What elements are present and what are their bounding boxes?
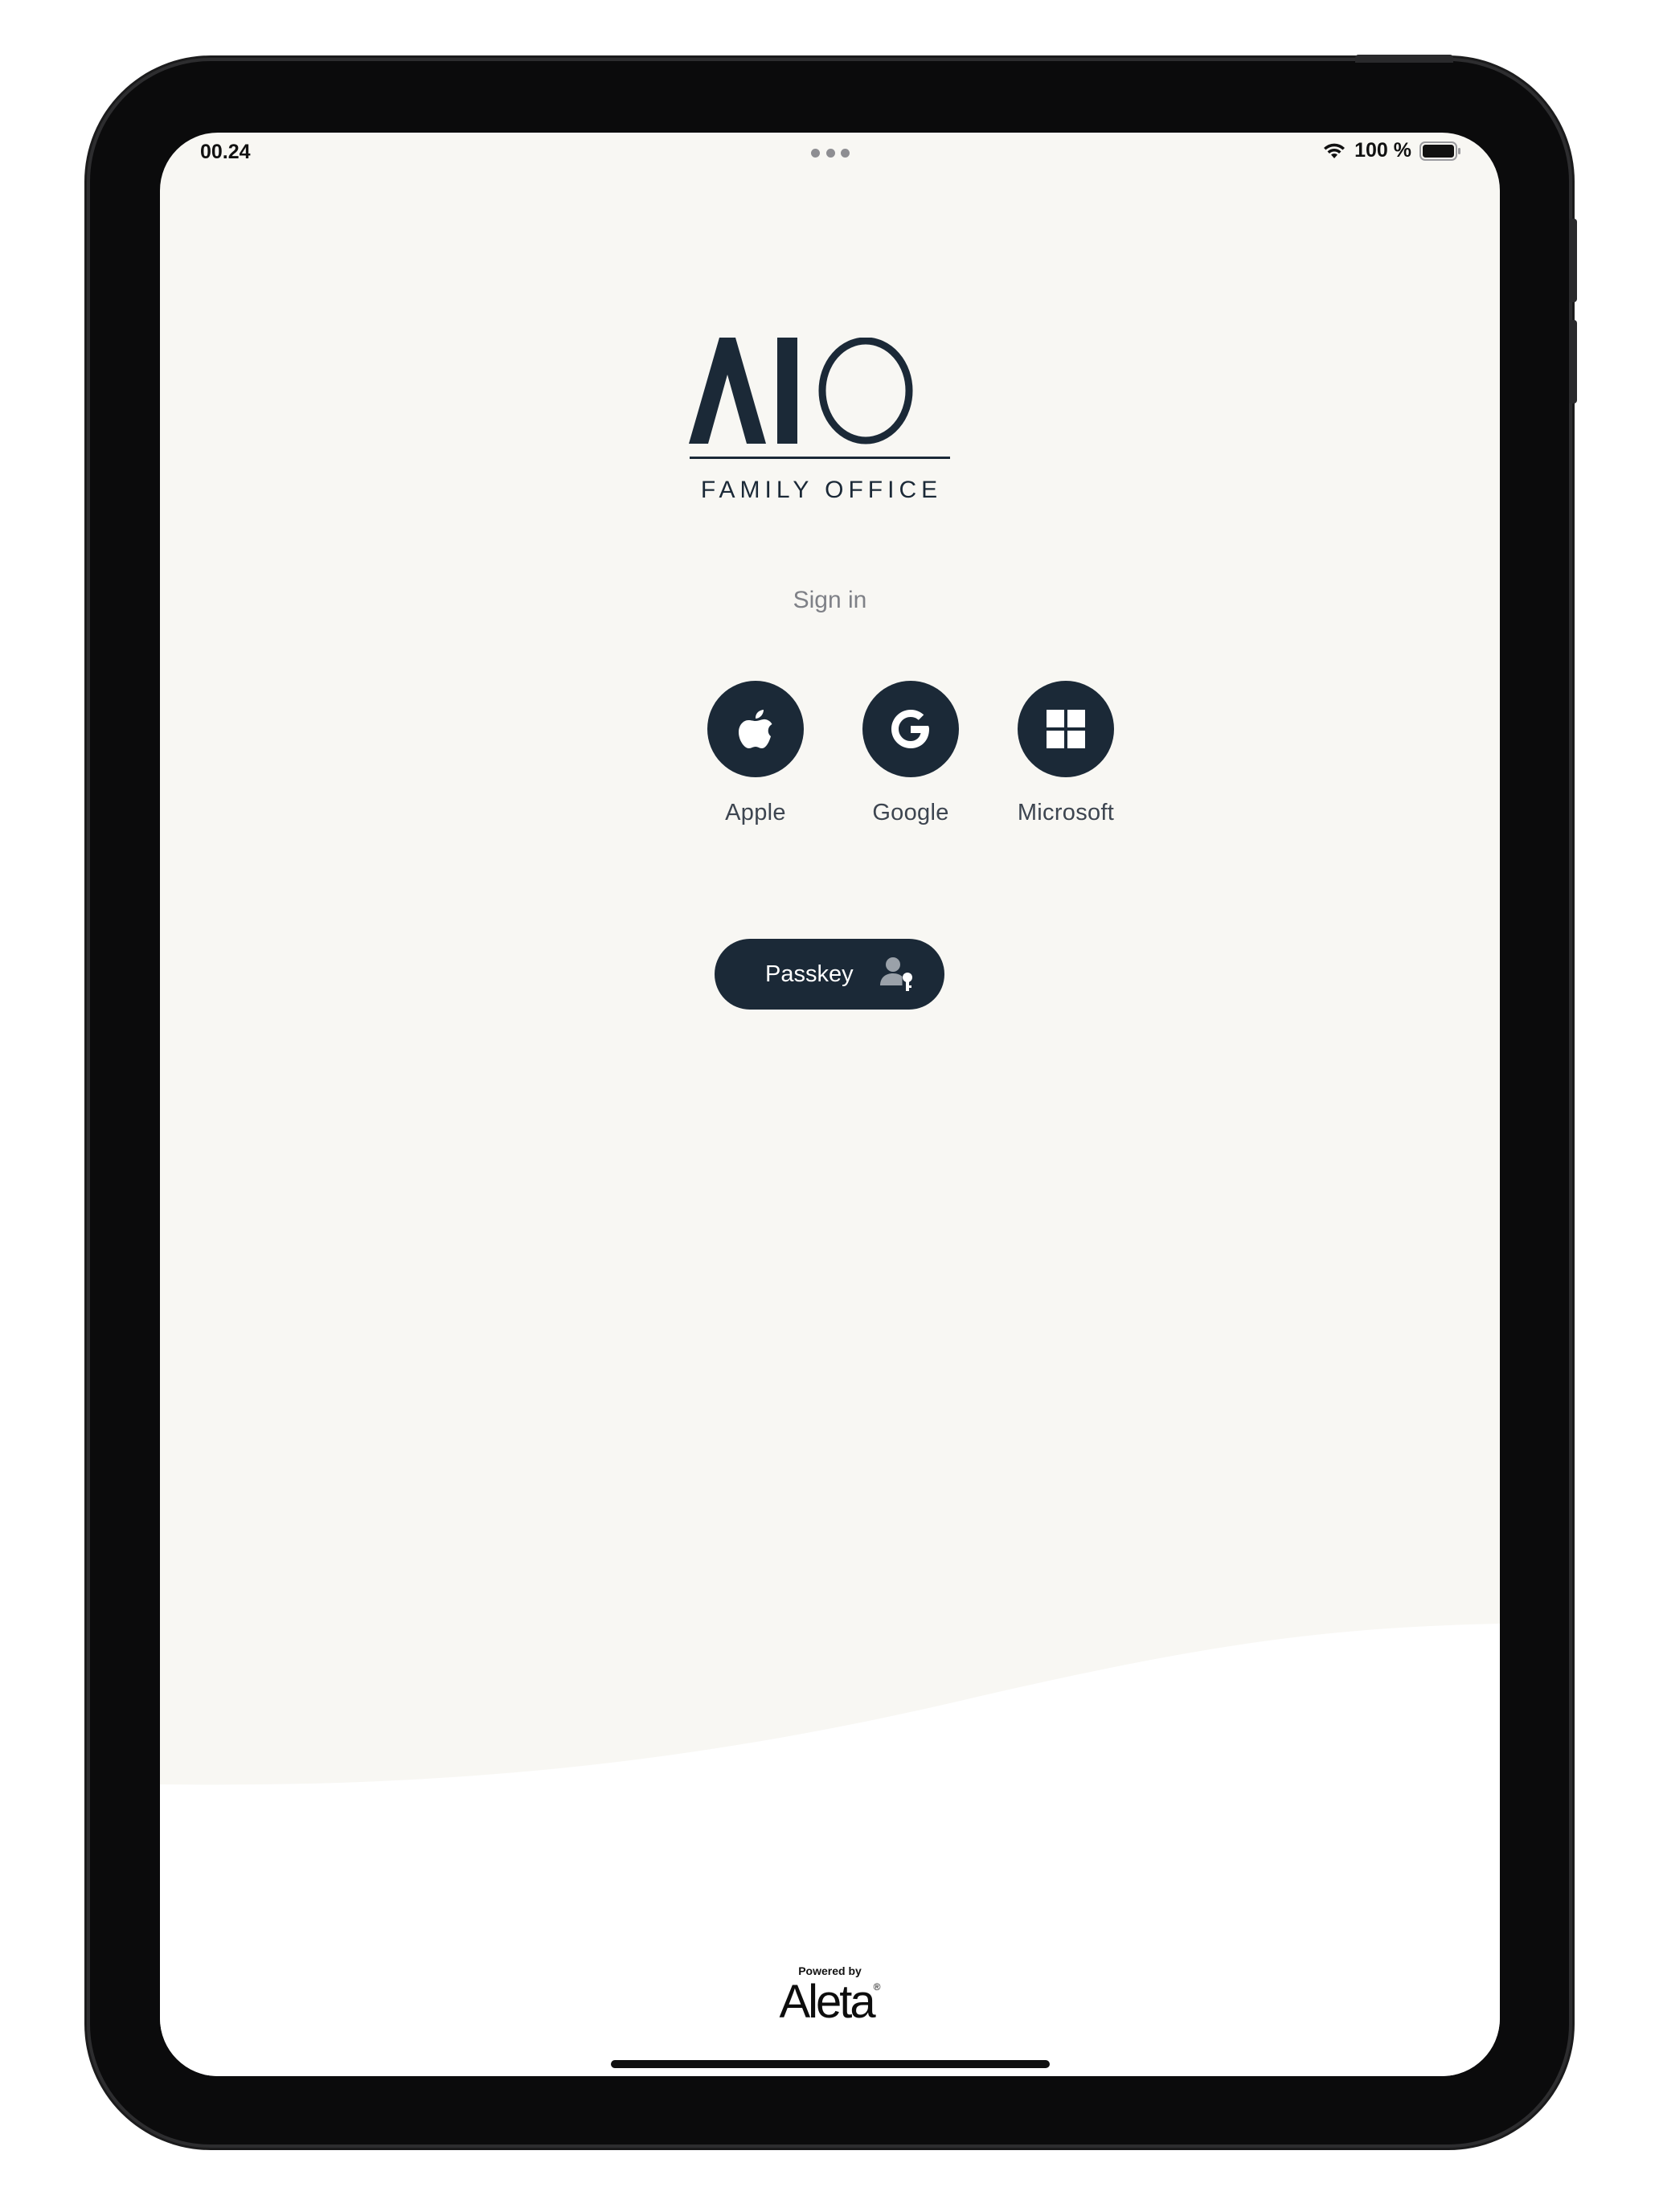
apple-signin-circle[interactable]	[707, 681, 804, 777]
status-time: 00.24	[200, 141, 251, 163]
google-icon	[891, 710, 929, 748]
google-signin-circle[interactable]	[862, 681, 959, 777]
apple-signin-button[interactable]: Apple	[675, 681, 836, 826]
volume-up-button	[1569, 219, 1577, 302]
screen: 00.24 100 % FAMILY OFFICE Sign in Apple …	[160, 133, 1500, 2076]
brand-tagline: FAMILY OFFICE	[700, 477, 943, 503]
aleta-logo: Aleta®	[160, 1975, 1500, 2029]
battery-icon	[1419, 141, 1460, 161]
passkey-label: Passkey	[765, 961, 854, 987]
google-label: Google	[872, 800, 949, 825]
volume-down-button	[1569, 320, 1577, 403]
top-button	[1355, 55, 1453, 63]
multitask-dots-icon[interactable]	[811, 149, 850, 158]
home-indicator[interactable]	[611, 2060, 1050, 2068]
wifi-icon	[1324, 143, 1346, 158]
user-key-icon	[880, 957, 912, 991]
apple-icon	[739, 710, 772, 748]
aleta-registered-mark: ®	[873, 1981, 881, 1993]
apple-label: Apple	[725, 800, 786, 825]
microsoft-signin-button[interactable]: Microsoft	[985, 681, 1146, 826]
aleta-logo-text: Aleta	[779, 1976, 875, 2028]
status-right: 100 %	[1322, 139, 1461, 162]
passkey-button[interactable]: Passkey	[715, 939, 944, 1010]
battery-percent: 100 %	[1354, 139, 1411, 162]
windows-icon	[1047, 710, 1085, 748]
microsoft-label: Microsoft	[1017, 800, 1115, 825]
microsoft-signin-circle[interactable]	[1018, 681, 1114, 777]
signin-title: Sign in	[793, 587, 867, 613]
google-signin-button[interactable]: Google	[830, 681, 991, 826]
